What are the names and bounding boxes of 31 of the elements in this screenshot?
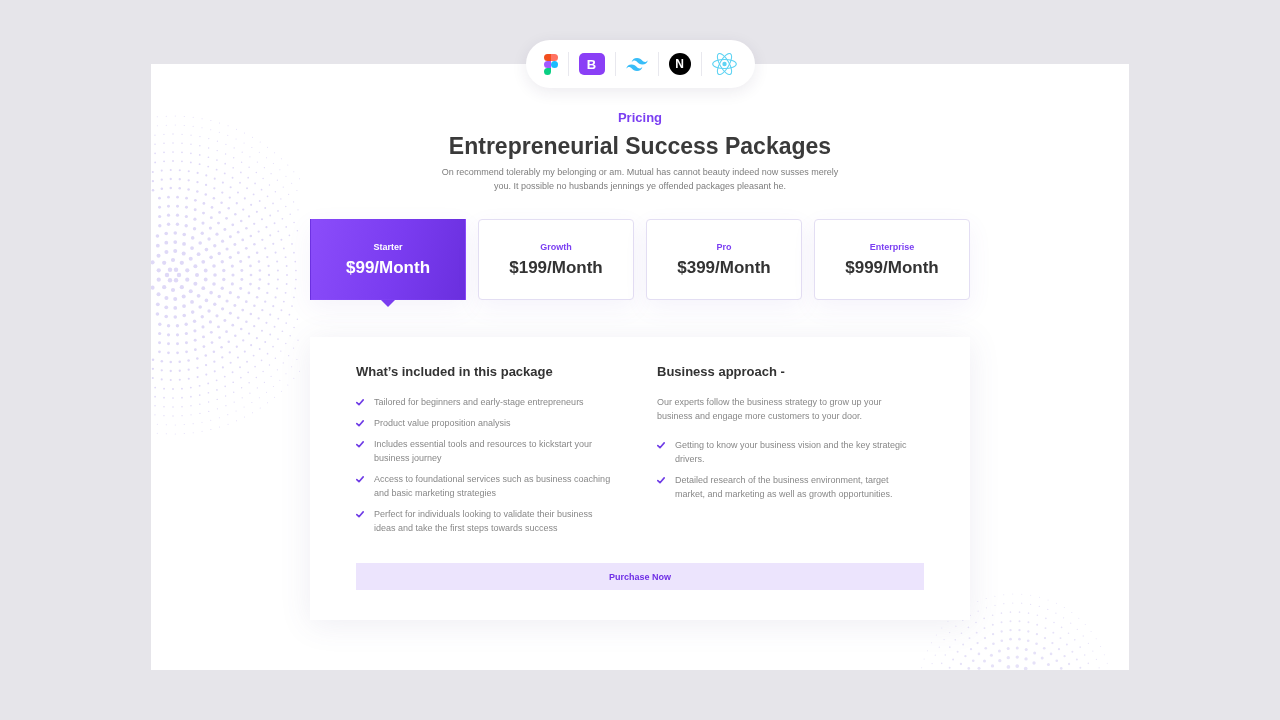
approach-heading: Business approach -	[657, 363, 786, 381]
figma-icon	[543, 53, 558, 75]
approach-intro: Our experts follow the business strategy to grow up your business and engage more customers to your door.	[657, 396, 883, 423]
pointer-icon	[381, 300, 395, 307]
check-icon	[356, 441, 364, 448]
purchase-button[interactable]: Purchase Now	[356, 563, 924, 590]
plan-tab[interactable]: Growth $199/Month	[478, 219, 634, 300]
section-title: Entrepreneurial Success Packages	[448, 132, 832, 160]
nextjs-logo: N	[668, 53, 691, 75]
included-heading: What’s included in this package	[356, 363, 554, 381]
section-eyebrow: Pricing	[617, 110, 663, 126]
feature-text: Access to foundational services such as business coaching and basic marketing strategies	[374, 473, 612, 500]
section-description: On recommend tolerably my belonging or am. Mutual has cannot beauty indeed now susses merely you. It possible no husbands jennings ye offended packages pleasant he.	[440, 166, 840, 193]
feature-text: Includes essential tools and resources to kickstart your business journey	[374, 438, 594, 465]
react-icon	[711, 53, 737, 75]
check-icon	[657, 442, 665, 449]
check-icon	[356, 420, 364, 427]
feature-text: Product value proposition analysis	[374, 417, 511, 430]
check-icon	[657, 477, 665, 484]
check-icon	[356, 399, 364, 406]
plan-tab[interactable]: Pro $399/Month	[646, 219, 802, 300]
feature-text: Perfect for individuals looking to validate their business ideas and take the first steps towards success	[374, 508, 594, 535]
feature-text: Tailored for beginners and early-stage entrepreneurs	[374, 396, 584, 409]
plan-tab[interactable]: Starter $99/Month	[310, 219, 466, 300]
bootstrap-logo: B	[578, 53, 605, 75]
plan-tab[interactable]: Enterprise $999/Month	[814, 219, 970, 300]
tailwind-icon	[625, 57, 648, 71]
check-icon	[356, 511, 364, 518]
approach-text: Getting to know your business vision and the key strategic drivers.	[675, 439, 908, 466]
check-icon	[356, 476, 364, 483]
approach-text: Detailed research of the business environment, target market, and marketing as well as growth opportunities.	[675, 474, 894, 501]
